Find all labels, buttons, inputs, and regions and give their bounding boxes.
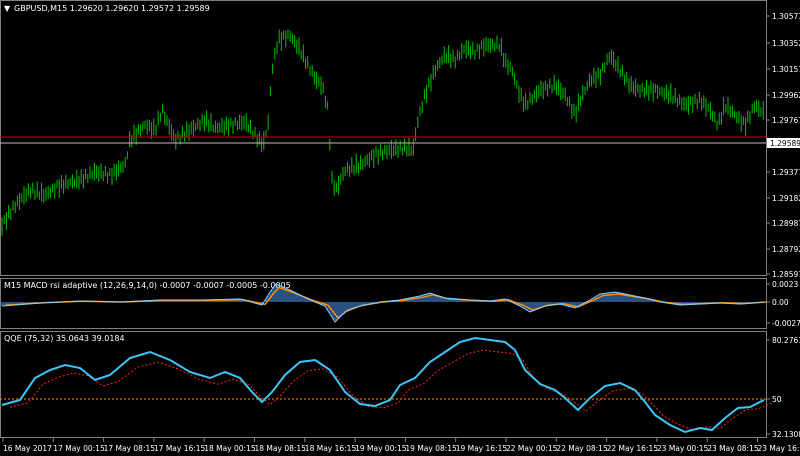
main-y-tick-label: 1.29182 xyxy=(772,194,800,203)
x-tick-label: 18 May 16:15 xyxy=(305,444,357,453)
main-y-tick-label: 1.29377 xyxy=(772,168,800,177)
x-tick-label: 19 May 08:15 xyxy=(405,444,457,453)
x-tick-label: 19 May 16:15 xyxy=(456,444,508,453)
main-y-tick-label: 1.29767 xyxy=(772,116,800,125)
qqe-main-line xyxy=(1,336,765,434)
qqe-y-axis: 80.2761 50 32.1308 xyxy=(766,336,800,439)
macd-y-tick-label: 0.0023 xyxy=(772,280,798,289)
x-tick-label: 18 May 08:15 xyxy=(255,444,307,453)
x-tick-label: 22 May 00:15 xyxy=(506,444,558,453)
main-y-tick-label: 1.30352 xyxy=(772,39,800,48)
x-tick-label: 23 May 16:15 xyxy=(758,444,800,453)
x-tick-label: 19 May 00:15 xyxy=(355,444,407,453)
current-price-label: 1.29589 xyxy=(770,139,800,148)
main-y-tick-label: 1.30157 xyxy=(772,65,800,74)
x-tick-label: 16 May 2017 xyxy=(3,444,52,453)
x-tick-label: 23 May 08:15 xyxy=(707,444,759,453)
chart-menu-icon[interactable]: ▼ xyxy=(4,4,11,13)
time-axis: 16 May 2017 17 May 00:1517 May 08:1517 Ma… xyxy=(2,438,800,453)
macd-signal-line xyxy=(4,286,768,320)
qqe-header: QQE (75,32) 35.0643 39.0184 xyxy=(4,334,125,343)
qqe-y-tick-label: 50 xyxy=(772,395,782,404)
chart-canvas: ▼ GBPUSD,M15 1.29620 1.29620 1.29572 1.2… xyxy=(0,0,800,453)
main-header: GBPUSD,M15 1.29620 1.29620 1.29572 1.295… xyxy=(14,4,210,13)
qqe-y-tick-label: 80.2761 xyxy=(772,336,800,345)
macd-y-axis: 0.0023 0.00 -0.0027 xyxy=(766,280,800,328)
qqe-y-tick-label: 32.1308 xyxy=(772,430,800,439)
qqe-panel-border xyxy=(0,331,767,438)
macd-y-tick-label: -0.0027 xyxy=(772,319,800,328)
x-tick-label: 23 May 00:15 xyxy=(657,444,709,453)
macd-header: M15 MACD rsi adaptive (12,26,9,14,0) -0.… xyxy=(4,281,291,290)
macd-y-tick-label: 0.00 xyxy=(772,298,789,307)
main-y-tick-label: 1.30571 xyxy=(772,12,800,21)
main-y-tick-label: 1.29962 xyxy=(772,91,800,100)
main-y-tick-label: 1.28597 xyxy=(772,270,800,279)
price-candles xyxy=(1,29,764,236)
x-tick-label: 22 May 16:15 xyxy=(607,444,659,453)
x-tick-label: 17 May 16:15 xyxy=(154,444,206,453)
main-y-tick-label: 1.28792 xyxy=(772,245,800,254)
main-panel-border xyxy=(0,0,767,276)
x-tick-label: 17 May 08:15 xyxy=(104,444,156,453)
x-tick-label: 18 May 00:15 xyxy=(204,444,256,453)
x-tick-label: 17 May 00:15 xyxy=(53,444,105,453)
x-tick-label: 22 May 08:15 xyxy=(556,444,608,453)
main-y-tick-label: 1.28987 xyxy=(772,219,800,228)
